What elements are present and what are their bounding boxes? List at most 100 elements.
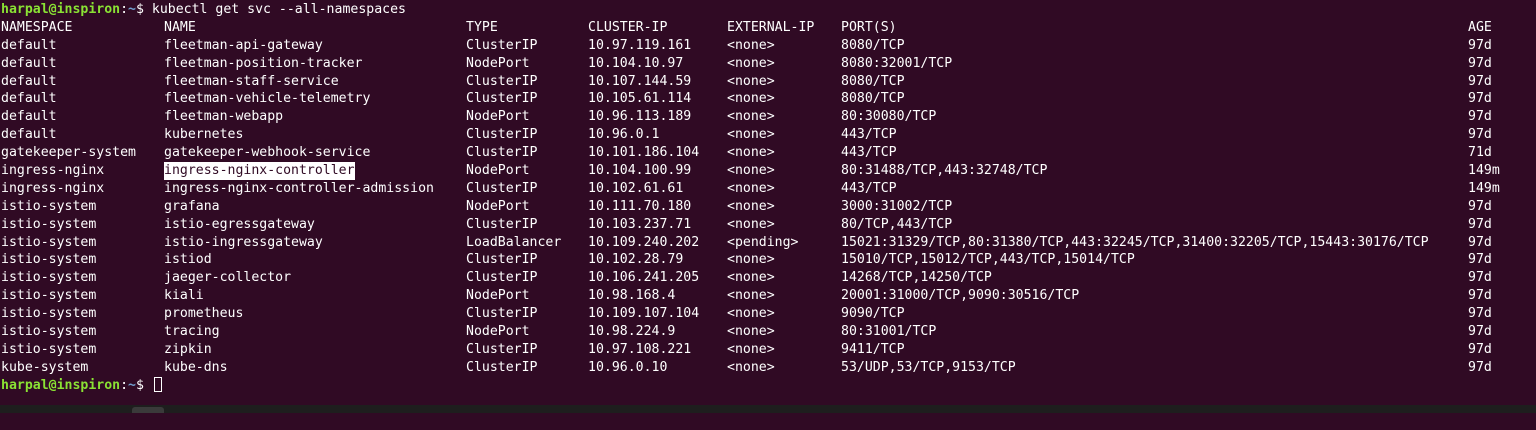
row-type: NodePort bbox=[466, 288, 530, 304]
table-row: istio-system kiali NodePort 10.98.168.4 <non… bbox=[0, 287, 1536, 305]
text-cursor[interactable] bbox=[153, 376, 162, 392]
row-external-ip: <none> bbox=[727, 198, 775, 214]
row-name: grafana bbox=[164, 198, 220, 214]
row-namespace: default bbox=[1, 73, 57, 89]
row-cluster-ip: 10.101.186.104 bbox=[588, 145, 700, 161]
table-row: istio-system jaeger-collector ClusterIP 10.… bbox=[0, 269, 1536, 287]
row-ports: 8080/TCP bbox=[841, 73, 905, 89]
row-name: fleetman-staff-service bbox=[164, 73, 339, 89]
row-type: NodePort bbox=[466, 163, 530, 179]
row-name: gatekeeper-webhook-service bbox=[164, 145, 371, 161]
row-age: 97d bbox=[1468, 270, 1492, 286]
row-type: ClusterIP bbox=[466, 73, 538, 89]
table-row: istio-system prometheus ClusterIP 10.109.10… bbox=[0, 305, 1536, 323]
row-age: 97d bbox=[1468, 109, 1492, 125]
row-name: fleetman-webapp bbox=[164, 109, 284, 125]
row-namespace: gatekeeper-system bbox=[1, 145, 136, 161]
row-namespace: default bbox=[1, 127, 57, 143]
row-cluster-ip: 10.111.70.180 bbox=[588, 198, 692, 214]
row-namespace: default bbox=[1, 55, 57, 71]
prompt-symbol: $ bbox=[136, 377, 152, 393]
prompt-symbol: $ bbox=[136, 2, 152, 17]
row-ports: 443/TCP bbox=[841, 180, 897, 196]
row-cluster-ip: 10.102.61.61 bbox=[588, 180, 684, 196]
row-namespace: kube-system bbox=[1, 359, 89, 375]
row-external-ip: <none> bbox=[727, 145, 775, 161]
row-type: ClusterIP bbox=[466, 145, 538, 161]
row-name: istio-ingressgateway bbox=[164, 234, 323, 250]
row-age: 97d bbox=[1468, 73, 1492, 89]
row-external-ip: <none> bbox=[727, 55, 775, 71]
row-name: istio-egressgateway bbox=[164, 216, 315, 232]
row-type: ClusterIP bbox=[466, 37, 538, 53]
table-row: kube-system kube-dns ClusterIP 10.96.0.10 <n… bbox=[0, 359, 1536, 377]
row-cluster-ip: 10.109.240.202 bbox=[588, 234, 700, 250]
row-external-ip: <none> bbox=[727, 288, 775, 304]
row-age: 149m bbox=[1468, 163, 1500, 179]
row-cluster-ip: 10.97.108.221 bbox=[588, 341, 692, 357]
row-ports: 8080:32001/TCP bbox=[841, 55, 953, 71]
row-type: ClusterIP bbox=[466, 91, 538, 107]
row-external-ip: <pending> bbox=[727, 234, 799, 250]
row-external-ip: <none> bbox=[727, 270, 775, 286]
prompt-separator: : bbox=[120, 377, 129, 393]
row-ports: 8080/TCP bbox=[841, 37, 905, 53]
table-row: default fleetman-vehicle-telemetry Cluster… bbox=[0, 90, 1536, 108]
row-cluster-ip: 10.109.107.104 bbox=[588, 306, 700, 322]
row-name-selected[interactable]: ingress-nginx-controller bbox=[164, 162, 355, 180]
table-row: default fleetman-position-tracker NodePort… bbox=[0, 55, 1536, 73]
row-type: LoadBalancer bbox=[466, 234, 562, 250]
header-ports: PORT(S) bbox=[841, 19, 897, 35]
row-namespace: istio-system bbox=[1, 288, 97, 304]
command-text: kubectl get svc --all-namespaces bbox=[151, 2, 406, 17]
prompt-line[interactable]: harpal@inspiron:~$ bbox=[0, 376, 1536, 395]
service-rows: default fleetman-api-gateway ClusterIP 10.9… bbox=[0, 37, 1536, 377]
row-namespace: ingress-nginx bbox=[1, 163, 105, 179]
row-age: 97d bbox=[1468, 324, 1492, 340]
prompt-path: ~ bbox=[128, 377, 136, 393]
row-external-ip: <none> bbox=[727, 127, 775, 143]
row-external-ip: <none> bbox=[727, 180, 775, 196]
row-cluster-ip: 10.105.61.114 bbox=[588, 91, 692, 107]
row-type: ClusterIP bbox=[466, 306, 538, 322]
table-row: default fleetman-webapp NodePort 10.96.113.… bbox=[0, 108, 1536, 126]
row-ports: 20001:31000/TCP,9090:30516/TCP bbox=[841, 288, 1080, 304]
row-age: 97d bbox=[1468, 216, 1492, 232]
row-cluster-ip: 10.96.0.10 bbox=[588, 359, 668, 375]
row-cluster-ip: 10.103.237.71 bbox=[588, 216, 692, 232]
header-age: AGE bbox=[1468, 19, 1492, 35]
row-ports: 53/UDP,53/TCP,9153/TCP bbox=[841, 359, 1016, 375]
row-ports: 15010/TCP,15012/TCP,443/TCP,15014/TCP bbox=[841, 252, 1135, 268]
row-age: 97d bbox=[1468, 127, 1492, 143]
row-name: tracing bbox=[164, 324, 220, 340]
row-namespace: istio-system bbox=[1, 216, 97, 232]
row-namespace: default bbox=[1, 91, 57, 107]
terminal-window[interactable]: harpal@inspiron:~$ kubectl get svc --all… bbox=[0, 0, 1536, 405]
table-row: default kubernetes ClusterIP 10.96.0.1 <none… bbox=[0, 126, 1536, 144]
row-cluster-ip: 10.96.113.189 bbox=[588, 109, 692, 125]
row-type: ClusterIP bbox=[466, 359, 538, 375]
row-ports: 80:31488/TCP,443:32748/TCP bbox=[841, 163, 1048, 179]
row-external-ip: <none> bbox=[727, 91, 775, 107]
header-namespace: NAMESPACE bbox=[1, 19, 73, 35]
row-type: ClusterIP bbox=[466, 270, 538, 286]
table-header: NAMESPACE NAME TYPE CLUSTER-IP EXTERNAL-… bbox=[0, 19, 1536, 37]
row-name: fleetman-vehicle-telemetry bbox=[164, 91, 371, 107]
row-ports: 9411/TCP bbox=[841, 341, 905, 357]
row-age: 97d bbox=[1468, 306, 1492, 322]
row-age: 71d bbox=[1468, 145, 1492, 161]
row-type: ClusterIP bbox=[466, 216, 538, 232]
row-ports: 80:30080/TCP bbox=[841, 109, 937, 125]
row-age: 97d bbox=[1468, 234, 1492, 250]
table-row: istio-system tracing NodePort 10.98.224.9 <n… bbox=[0, 323, 1536, 341]
row-name: jaeger-collector bbox=[164, 270, 292, 286]
header-cluster-ip: CLUSTER-IP bbox=[588, 19, 668, 35]
row-external-ip: <none> bbox=[727, 216, 775, 232]
bottom-tab[interactable] bbox=[132, 407, 164, 413]
row-age: 97d bbox=[1468, 359, 1492, 375]
row-namespace: istio-system bbox=[1, 306, 97, 322]
row-external-ip: <none> bbox=[727, 341, 775, 357]
row-ports: 8080/TCP bbox=[841, 91, 905, 107]
row-name: fleetman-api-gateway bbox=[164, 37, 323, 53]
row-namespace: istio-system bbox=[1, 324, 97, 340]
